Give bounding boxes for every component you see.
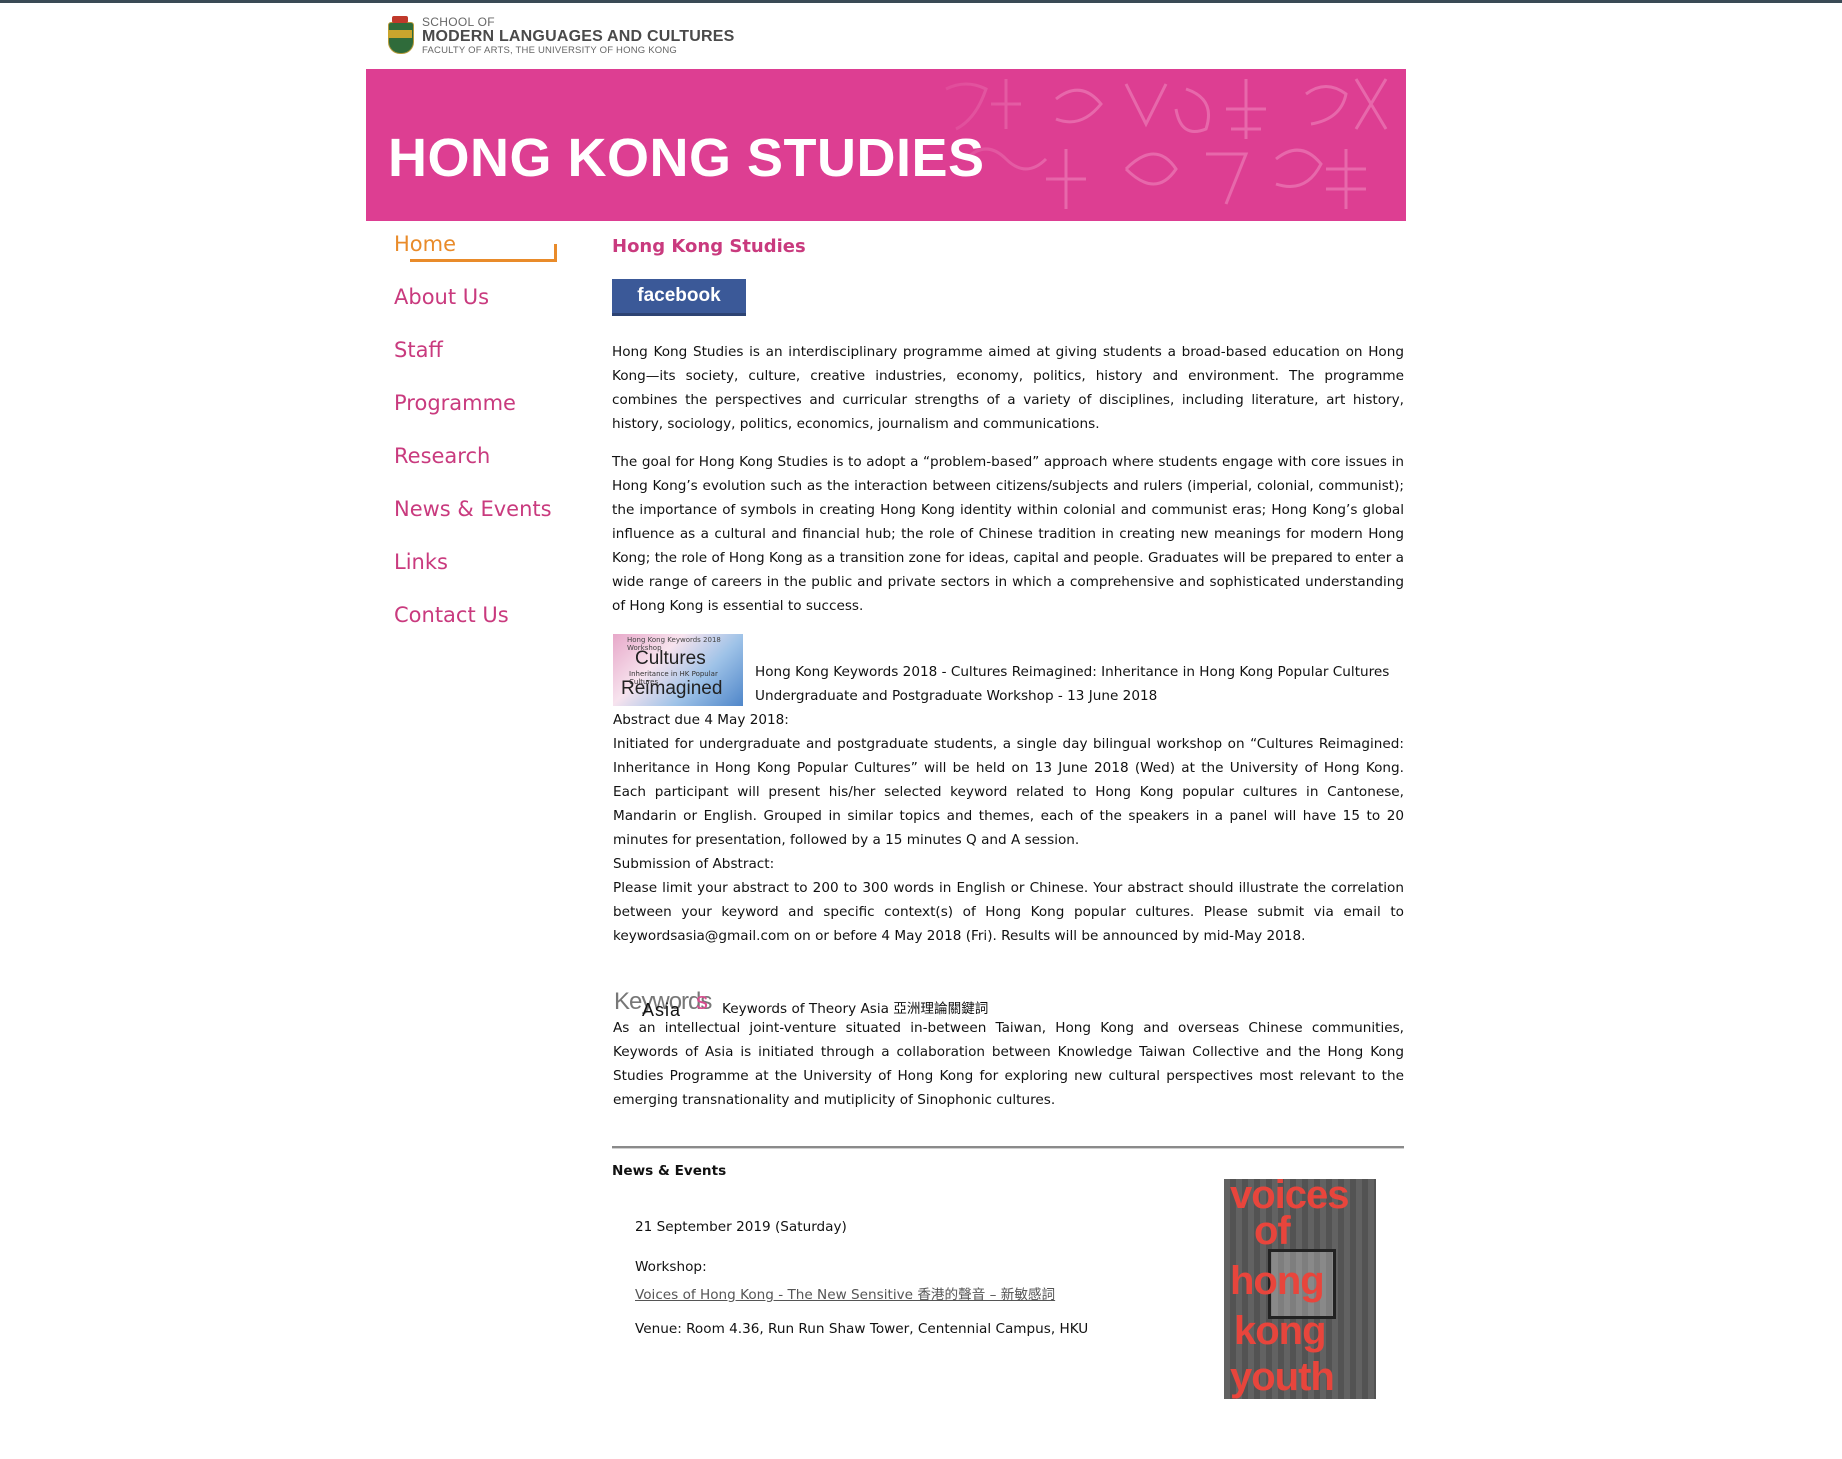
- voices-of-hong-kong-poster[interactable]: voices of hong kong youth: [1224, 1179, 1376, 1399]
- nav-item-staff[interactable]: Staff: [394, 338, 594, 391]
- nav-item-label: Staff: [394, 338, 443, 362]
- page-title: Hong Kong Studies: [612, 236, 806, 257]
- nav-item-label: About Us: [394, 285, 490, 309]
- news-type-label: Workshop:: [635, 1259, 707, 1275]
- nav-item-label: News & Events: [394, 497, 552, 521]
- school-logo[interactable]: SCHOOL OF MODERN LANGUAGES AND CULTURES …: [386, 14, 734, 58]
- section-divider: [612, 1146, 1404, 1149]
- logo-text-asia: Asia: [642, 1000, 682, 1020]
- active-underline-end: [554, 244, 557, 262]
- banner-title: HONG KONG STUDIES: [388, 128, 985, 188]
- nav-item-label: Links: [394, 550, 448, 574]
- nav-item-label: Research: [394, 444, 491, 468]
- abstract-due: Abstract due 4 May 2018:: [613, 712, 789, 728]
- page-container: SCHOOL OF MODERN LANGUAGES AND CULTURES …: [366, 0, 1406, 1414]
- nav-item-home[interactable]: Home: [394, 232, 594, 285]
- intro-paragraph-2: The goal for Hong Kong Studies is to ado…: [612, 454, 1404, 614]
- logo-text-s: s: [696, 988, 708, 1015]
- thumbnail-word-1: Cultures: [635, 648, 706, 669]
- event-title: Hong Kong Keywords 2018 - Cultures Reima…: [755, 660, 1389, 708]
- logo-line-2: MODERN LANGUAGES AND CULTURES: [422, 27, 735, 45]
- theory-asia-title: Keywords of Theory Asia 亞洲理論關鍵詞: [722, 1001, 989, 1017]
- logo-text: SCHOOL OF MODERN LANGUAGES AND CULTURES …: [422, 16, 734, 55]
- logo-line-3: FACULTY OF ARTS, THE UNIVERSITY OF HONG …: [422, 44, 677, 56]
- nav-item-contact-us[interactable]: Contact Us: [394, 603, 594, 656]
- header-banner: HONG KONG STUDIES: [366, 69, 1406, 221]
- keywords-theory-asia-block: Keywords s Asia Keywords of Theory Asia …: [612, 988, 1404, 1112]
- nav-item-programme[interactable]: Programme: [394, 391, 594, 444]
- submission-text: Please limit your abstract to 200 to 300…: [613, 880, 1404, 944]
- left-nav: Home About Us Staff Programme Research N…: [394, 232, 594, 656]
- facebook-button[interactable]: facebook: [612, 279, 746, 316]
- event-title-line-1: Hong Kong Keywords 2018 - Cultures Reima…: [755, 664, 1390, 680]
- nav-item-about-us[interactable]: About Us: [394, 285, 594, 338]
- main-content: Hong Kong Studies facebook Hong Kong Stu…: [612, 232, 1404, 1459]
- news-venue: Venue: Room 4.36, Run Run Shaw Tower, Ce…: [635, 1321, 1089, 1337]
- keywords-2018-block: Hong Kong Keywords 2018 Workshop Culture…: [612, 634, 1404, 948]
- event-title-line-2: Undergraduate and Postgraduate Workshop …: [755, 688, 1158, 704]
- nav-item-label: Programme: [394, 391, 516, 415]
- poster-word: youth: [1230, 1355, 1335, 1399]
- news-events-heading: News & Events: [612, 1163, 727, 1179]
- nav-item-research[interactable]: Research: [394, 444, 594, 497]
- hku-crest-icon: [386, 16, 414, 56]
- nav-item-label: Contact Us: [394, 603, 509, 627]
- nav-item-label: Home: [394, 232, 457, 256]
- news-date: 21 September 2019 (Saturday): [635, 1219, 847, 1235]
- poster-word: kong: [1234, 1309, 1327, 1353]
- intro-paragraph-1: Hong Kong Studies is an interdisciplinar…: [612, 344, 1404, 432]
- thumbnail-word-2: Reimagined: [621, 678, 723, 699]
- active-underline: [410, 259, 556, 262]
- keywords-asia-logo[interactable]: Keywords s Asia: [612, 988, 716, 1020]
- nav-item-links[interactable]: Links: [394, 550, 594, 603]
- poster-word: of: [1254, 1209, 1291, 1253]
- submission-heading: Submission of Abstract:: [613, 856, 775, 872]
- news-event-link[interactable]: Voices of Hong Kong - The New Sensitive …: [635, 1283, 1055, 1303]
- cultures-reimagined-thumbnail[interactable]: Hong Kong Keywords 2018 Workshop Culture…: [613, 634, 743, 706]
- nav-item-news-events[interactable]: News & Events: [394, 497, 594, 550]
- theory-asia-description: As an intellectual joint-venture situate…: [613, 1020, 1404, 1108]
- news-item: 21 September 2019 (Saturday) Workshop: V…: [612, 1179, 1404, 1459]
- event-description: Initiated for undergraduate and postgrad…: [613, 736, 1404, 848]
- poster-word: hong: [1230, 1259, 1325, 1303]
